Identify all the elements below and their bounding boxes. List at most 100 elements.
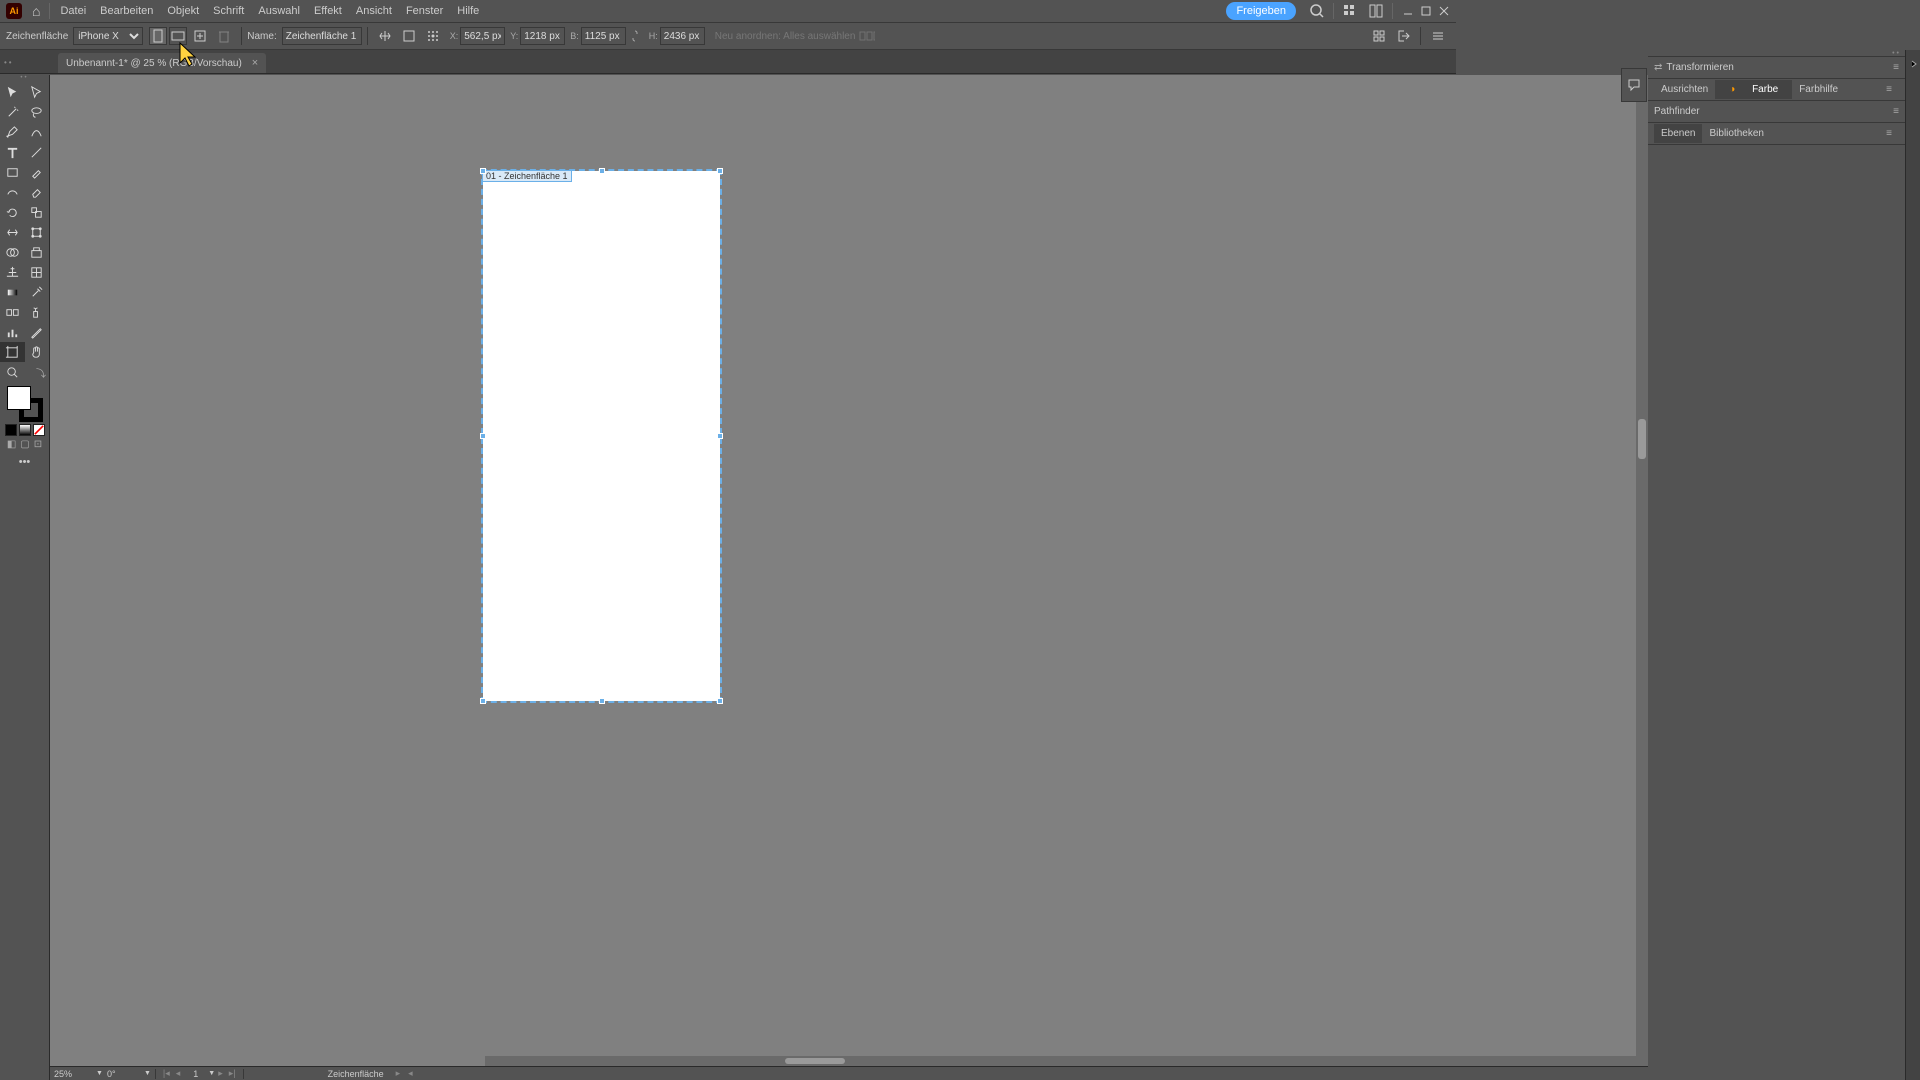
more-tools-icon[interactable]: ••• xyxy=(0,456,49,468)
edit-toolbar-icon[interactable]: ⤵ xyxy=(24,362,49,382)
free-transform-tool[interactable] xyxy=(25,222,50,242)
search-icon[interactable] xyxy=(1309,3,1325,19)
menu-schrift[interactable]: Schrift xyxy=(206,2,251,20)
y-input[interactable] xyxy=(520,27,565,45)
direct-selection-tool[interactable] xyxy=(25,82,50,102)
rectangle-tool[interactable] xyxy=(0,162,25,182)
slice-tool[interactable] xyxy=(25,322,50,342)
lasso-tool[interactable] xyxy=(25,102,50,122)
transform-panel-header[interactable]: ⇄ Transformieren ≡ xyxy=(1648,57,1905,79)
panel-menu-icon[interactable]: ≡ xyxy=(1879,124,1899,143)
zoom-input[interactable] xyxy=(54,1068,94,1080)
tab-farbhilfe[interactable]: Farbhilfe xyxy=(1792,80,1845,99)
artboard-preset-select[interactable]: iPhone X xyxy=(73,27,143,45)
blend-tool[interactable] xyxy=(0,302,25,322)
scrollbar-thumb[interactable] xyxy=(785,1058,845,1064)
resize-handle[interactable] xyxy=(480,433,486,439)
exit-artboard-icon[interactable] xyxy=(1394,27,1412,45)
vertical-scrollbar[interactable] xyxy=(1636,75,1648,1066)
tab-ebenen[interactable]: Ebenen xyxy=(1654,124,1702,143)
maximize-button[interactable] xyxy=(1420,5,1432,17)
panel-menu-icon[interactable]: ≡ xyxy=(1893,62,1899,73)
artboard[interactable]: 01 - Zeichenfläche 1 xyxy=(483,171,720,701)
menu-auswahl[interactable]: Auswahl xyxy=(251,2,307,20)
draw-mode-icon[interactable]: ◧ xyxy=(7,439,16,450)
panel-menu-icon[interactable]: ≡ xyxy=(1893,106,1899,117)
fill-stroke-swatch[interactable] xyxy=(7,386,43,422)
horizontal-scrollbar[interactable] xyxy=(485,1056,1636,1066)
hand-tool[interactable] xyxy=(25,342,50,362)
collapse-panels-icon[interactable] xyxy=(1906,50,1920,78)
menu-hilfe[interactable]: Hilfe xyxy=(450,2,486,20)
scale-tool[interactable] xyxy=(25,202,50,222)
height-input[interactable] xyxy=(660,27,705,45)
rearrange-all-label[interactable]: Neu anordnen: Alles auswählen xyxy=(715,31,856,42)
orientation-portrait-button[interactable] xyxy=(149,27,167,45)
rotate-tool[interactable] xyxy=(0,202,25,222)
screen-mode-icon[interactable]: ▢ xyxy=(20,439,29,450)
mesh-tool[interactable] xyxy=(25,262,50,282)
x-input[interactable] xyxy=(460,27,505,45)
orientation-landscape-button[interactable] xyxy=(169,27,187,45)
menu-datei[interactable]: Datei xyxy=(53,2,93,20)
angle-dropdown-icon[interactable]: ▼ xyxy=(144,1070,151,1077)
color-mode-solid[interactable] xyxy=(5,424,17,436)
first-artboard-button[interactable]: |◂ xyxy=(160,1068,173,1079)
pen-tool[interactable] xyxy=(0,122,25,142)
minimize-button[interactable] xyxy=(1402,5,1414,17)
link-wh-icon[interactable] xyxy=(626,27,644,45)
resize-handle[interactable] xyxy=(717,168,723,174)
resize-handle[interactable] xyxy=(599,698,605,704)
rotation-input[interactable] xyxy=(107,1068,142,1080)
workspace-icon[interactable] xyxy=(1342,3,1358,19)
resize-handle[interactable] xyxy=(717,433,723,439)
artboard-options-icon[interactable] xyxy=(400,27,418,45)
artboard-number-input[interactable] xyxy=(183,1068,208,1080)
shaper-tool[interactable] xyxy=(0,182,25,202)
tab-close-icon[interactable]: × xyxy=(252,57,258,69)
gradient-tool[interactable] xyxy=(0,282,25,302)
home-icon[interactable]: ⌂ xyxy=(32,3,40,19)
menu-ansicht[interactable]: Ansicht xyxy=(349,2,399,20)
line-tool[interactable] xyxy=(25,142,50,162)
grid-snap-icon[interactable] xyxy=(1370,27,1388,45)
status-dropdown-icon[interactable]: ▸ xyxy=(396,1068,401,1079)
share-button[interactable]: Freigeben xyxy=(1226,2,1296,20)
status-scroll-left[interactable]: ◂ xyxy=(405,1068,416,1079)
move-with-artboard-icon[interactable] xyxy=(376,27,394,45)
comments-panel-icon[interactable] xyxy=(1621,68,1647,102)
menu-objekt[interactable]: Objekt xyxy=(160,2,206,20)
last-artboard-button[interactable]: ▸| xyxy=(226,1068,239,1079)
menu-bearbeiten[interactable]: Bearbeiten xyxy=(93,2,160,20)
width-tool[interactable] xyxy=(0,222,25,242)
panel-menu-icon[interactable] xyxy=(1429,27,1447,45)
selection-tool[interactable] xyxy=(0,82,25,102)
panel-grip-icon[interactable]: •• xyxy=(1648,50,1905,57)
artboard-num-dropdown-icon[interactable]: ▼ xyxy=(208,1070,215,1077)
zoom-dropdown-icon[interactable]: ▼ xyxy=(96,1070,103,1077)
resize-handle[interactable] xyxy=(480,168,486,174)
menu-effekt[interactable]: Effekt xyxy=(307,2,349,20)
width-input[interactable] xyxy=(581,27,626,45)
arrange-docs-icon[interactable] xyxy=(1368,3,1384,19)
pathfinder-panel-header[interactable]: Pathfinder ≡ xyxy=(1648,101,1905,123)
artboard-tool[interactable] xyxy=(0,342,25,362)
document-tab[interactable]: Unbenannt-1* @ 25 % (RGB/Vorschau) × xyxy=(58,53,266,73)
curvature-tool[interactable] xyxy=(25,122,50,142)
resize-handle[interactable] xyxy=(480,698,486,704)
tab-farbe[interactable]: ◑ Farbe xyxy=(1715,80,1792,99)
live-paint-tool[interactable] xyxy=(25,242,50,262)
eyedropper-tool[interactable] xyxy=(25,282,50,302)
panel-menu-icon[interactable]: ≡ xyxy=(1879,80,1899,99)
menu-fenster[interactable]: Fenster xyxy=(399,2,450,20)
eraser-tool[interactable] xyxy=(25,182,50,202)
paintbrush-tool[interactable] xyxy=(25,162,50,182)
column-graph-tool[interactable] xyxy=(0,322,25,342)
artboard-name-input[interactable] xyxy=(282,27,362,45)
symbol-sprayer-tool[interactable] xyxy=(25,302,50,322)
magic-wand-tool[interactable] xyxy=(0,102,25,122)
next-artboard-button[interactable]: ▸ xyxy=(215,1068,226,1079)
type-tool[interactable] xyxy=(0,142,25,162)
new-artboard-button[interactable] xyxy=(191,27,209,45)
delete-artboard-button[interactable] xyxy=(215,27,233,45)
